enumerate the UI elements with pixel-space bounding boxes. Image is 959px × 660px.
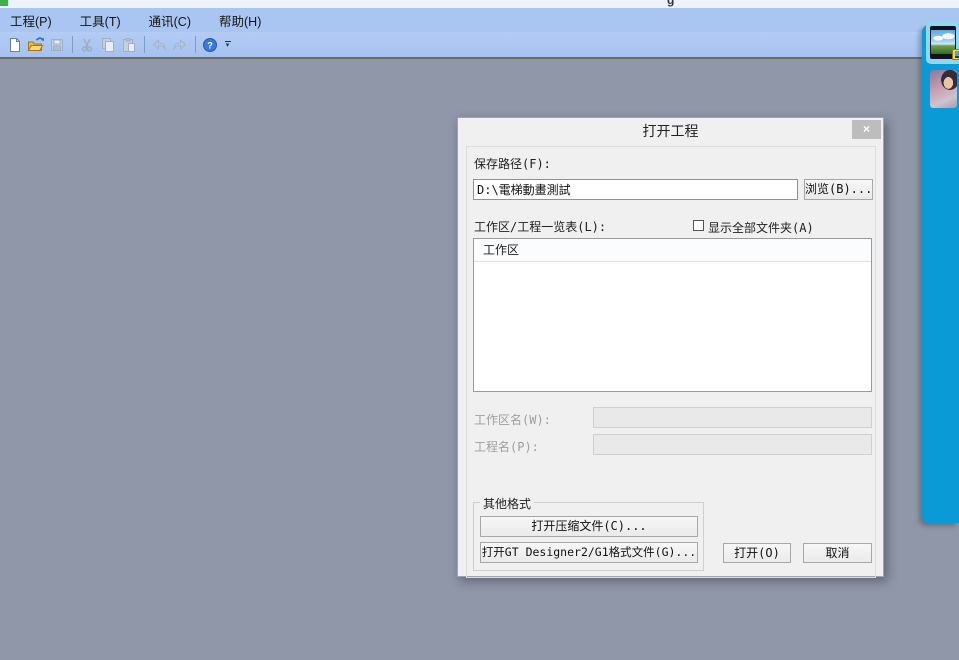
project-name-label: 工程名(P): bbox=[474, 438, 539, 455]
landscape-photo-thumbnail[interactable] bbox=[930, 26, 956, 59]
portrait-photo-thumbnail[interactable] bbox=[930, 70, 957, 108]
show-all-folders-label: 显示全部文件夹(A) bbox=[708, 219, 814, 236]
other-formats-legend: 其他格式 bbox=[480, 495, 534, 512]
application-window: g 工程(P) 工具(T) 通讯(C) 帮助(H) bbox=[0, 0, 959, 660]
svg-text:?: ? bbox=[207, 40, 213, 50]
workspace-name-label: 工作区名(W): bbox=[474, 411, 551, 428]
window-title-fragment: g bbox=[667, 0, 681, 8]
other-formats-group: 其他格式 打开压缩文件(C)... 打开GT Designer2/G1格式文件(… bbox=[473, 502, 704, 571]
menu-bar: 工程(P) 工具(T) 通讯(C) 帮助(H) bbox=[0, 8, 959, 32]
save-icon bbox=[47, 35, 67, 55]
photo-app-badge-icon bbox=[952, 49, 959, 60]
redo-icon bbox=[170, 35, 190, 55]
open-button[interactable]: 打开(O) bbox=[723, 543, 791, 563]
browse-button[interactable]: 浏览(B)... bbox=[804, 179, 873, 200]
workspace-list-label: 工作区/工程一览表(L): bbox=[474, 218, 606, 235]
menu-communication[interactable]: 通讯(C) bbox=[142, 8, 198, 33]
close-icon[interactable]: × bbox=[852, 120, 881, 139]
open-project-dialog: 打开工程 × 保存路径(F): 浏览(B)... 工作区/工程一览表(L): 显… bbox=[457, 117, 884, 577]
copy-icon bbox=[98, 35, 118, 55]
open-gt-designer2-button[interactable]: 打开GT Designer2/G1格式文件(G)... bbox=[480, 542, 698, 563]
undo-icon bbox=[149, 35, 169, 55]
side-thumbnail-panel bbox=[922, 25, 959, 523]
menu-help[interactable]: 帮助(H) bbox=[212, 8, 268, 33]
toolbar: ? ▾ bbox=[0, 32, 959, 57]
list-header-workspace[interactable]: 工作区 bbox=[474, 239, 871, 262]
workspace-project-list[interactable]: 工作区 bbox=[473, 238, 872, 392]
save-path-input[interactable] bbox=[473, 179, 798, 200]
app-icon bbox=[0, 0, 9, 6]
menu-project[interactable]: 工程(P) bbox=[3, 8, 59, 33]
toolbar-separator bbox=[72, 36, 73, 53]
new-icon[interactable] bbox=[5, 35, 25, 55]
show-all-folders-checkbox[interactable] bbox=[693, 220, 704, 231]
toolbar-separator bbox=[144, 36, 145, 53]
dialog-title: 打开工程 bbox=[458, 118, 883, 146]
project-name-input bbox=[593, 434, 872, 455]
toolbar-separator bbox=[195, 36, 196, 53]
cancel-button[interactable]: 取消 bbox=[803, 543, 872, 563]
menu-tools[interactable]: 工具(T) bbox=[73, 8, 128, 33]
open-icon[interactable] bbox=[26, 35, 46, 55]
paste-icon bbox=[119, 35, 139, 55]
cut-icon bbox=[77, 35, 97, 55]
save-path-label: 保存路径(F): bbox=[474, 155, 551, 172]
open-compressed-file-button[interactable]: 打开压缩文件(C)... bbox=[480, 516, 698, 537]
workspace-name-input bbox=[593, 407, 872, 428]
help-icon[interactable]: ? bbox=[200, 35, 220, 55]
toolbar-options-icon[interactable]: ▾ bbox=[221, 34, 234, 56]
